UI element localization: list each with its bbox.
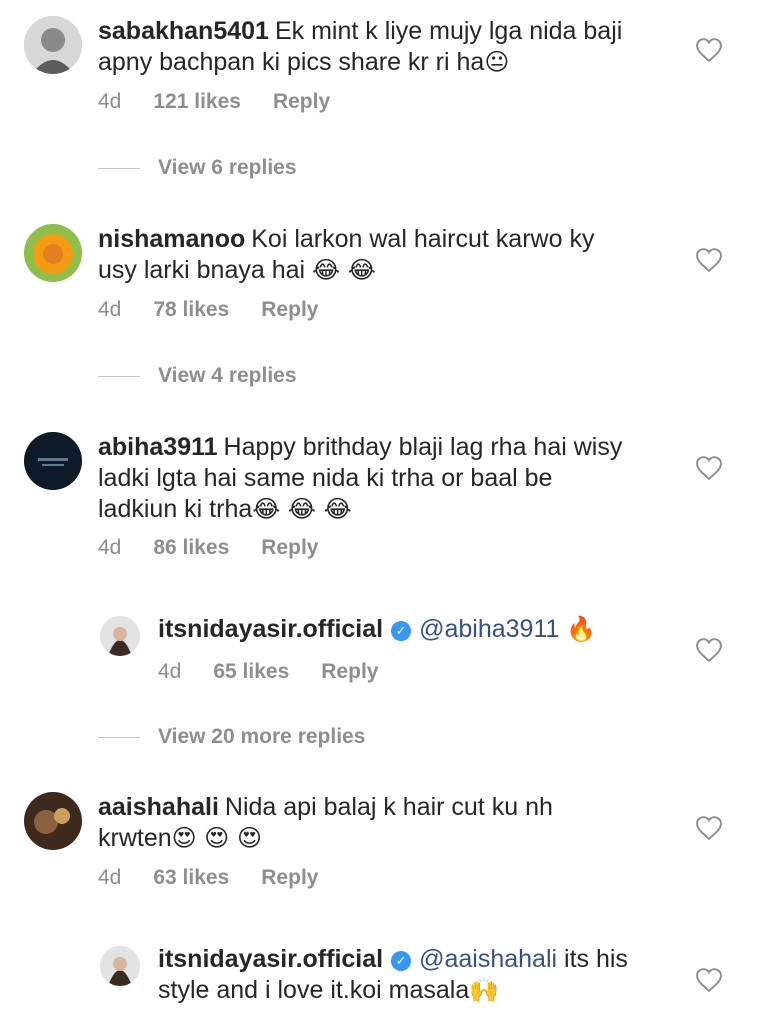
likes-count[interactable]: 63 likes — [153, 866, 229, 890]
comment-body: Ek mint k liye mujy lga nida baji — [274, 17, 623, 45]
divider — [98, 375, 140, 377]
comment-text: itsnidayasir.official ✓ @abiha3911 🔥 — [158, 614, 678, 645]
comment-body: Nida api balaj k hair cut ku nh — [224, 793, 553, 821]
heart-icon[interactable] — [696, 38, 722, 62]
mention-link[interactable]: @aaishahali — [419, 945, 557, 973]
heart-icon[interactable] — [696, 638, 722, 662]
comment-body: apny bachpan ki pics share kr ri ha — [98, 48, 485, 76]
heart-icon[interactable] — [696, 816, 722, 840]
comment-username[interactable]: nishamanoo — [98, 225, 245, 253]
emoji: 🙌 — [469, 976, 500, 1004]
comment-time: 4d — [98, 866, 122, 889]
view-replies-label: View 20 more replies — [158, 725, 366, 748]
comment-time: 4d — [98, 90, 122, 113]
comment-body: usy larki bnaya hai — [98, 256, 306, 284]
avatar[interactable] — [24, 792, 82, 850]
comment-time: 4d — [158, 660, 182, 683]
heart-icon[interactable] — [696, 456, 722, 480]
comment-item: nishamanoo Koi larkon wal haircut karwo k… — [0, 210, 762, 350]
reply-button[interactable]: Reply — [261, 866, 318, 890]
reply-item: itsnidayasir.official ✓ @abiha3911 🔥 4d 65… — [0, 602, 762, 702]
emoji: 😐 — [484, 48, 510, 76]
comment-username[interactable]: sabakhan5401 — [98, 17, 269, 45]
comment-body: style and i love it.koi masala — [158, 976, 470, 1004]
comment-meta: 4d 86 likes Reply — [98, 536, 318, 560]
verified-badge-icon: ✓ — [391, 621, 412, 641]
comment-body: ladki lgta hai same nida ki trha or baal… — [98, 464, 553, 492]
avatar[interactable] — [24, 16, 82, 74]
comment-username[interactable]: itsnidayasir.official — [158, 615, 383, 643]
comment-text: nishamanoo Koi larkon wal haircut karwo k… — [98, 224, 678, 286]
comment-text: aaishahali Nida api balaj k hair cut ku n… — [98, 792, 678, 854]
reply-button[interactable]: Reply — [273, 90, 330, 114]
emoji: 😂 😂 — [312, 256, 376, 284]
view-replies-button[interactable]: View 20 more replies — [98, 725, 365, 749]
comment-meta: 4d 78 likes Reply — [98, 298, 318, 322]
view-replies-label: View 4 replies — [158, 364, 297, 387]
comment-meta: 4d 63 likes Reply — [98, 866, 318, 890]
avatar[interactable] — [24, 224, 82, 282]
verified-badge-icon: ✓ — [391, 951, 412, 971]
heart-icon[interactable] — [696, 248, 722, 272]
comment-text: sabakhan5401 Ek mint k liye mujy lga nida… — [98, 16, 678, 78]
reply-button[interactable]: Reply — [261, 298, 318, 322]
comment-username[interactable]: abiha3911 — [98, 433, 218, 461]
comment-time: 4d — [98, 536, 122, 559]
comment-body: Happy brithday blaji lag rha hai wisy — [223, 433, 623, 461]
view-replies-button[interactable]: View 4 replies — [98, 364, 297, 388]
reply-button[interactable]: Reply — [321, 660, 378, 684]
reply-item: itsnidayasir.official ✓ @aaishahali its hi… — [0, 932, 762, 1024]
emoji: 😂 😂 😂 — [252, 495, 352, 523]
comment-item: abiha3911 Happy brithday blaji lag rha ha… — [0, 418, 762, 578]
emoji: 😍 😍 😍 — [171, 824, 262, 852]
comment-username[interactable]: itsnidayasir.official — [158, 945, 383, 973]
mention-link[interactable]: @abiha3911 — [419, 615, 559, 643]
heart-icon[interactable] — [696, 968, 722, 992]
comment-item: sabakhan5401 Ek mint k liye mujy lga nida… — [0, 0, 762, 140]
likes-count[interactable]: 78 likes — [153, 298, 229, 322]
comment-username[interactable]: aaishahali — [98, 793, 219, 821]
comment-body: ladkiun ki trha — [98, 495, 253, 523]
comment-text: abiha3911 Happy brithday blaji lag rha ha… — [98, 432, 698, 525]
emoji: 🔥 — [566, 615, 597, 643]
avatar[interactable] — [24, 432, 82, 490]
divider — [98, 167, 140, 169]
comment-text: itsnidayasir.official ✓ @aaishahali its hi… — [158, 944, 678, 1006]
comment-body: its his — [564, 945, 628, 973]
likes-count[interactable]: 65 likes — [213, 660, 289, 684]
comment-meta: 4d 65 likes Reply — [158, 660, 378, 684]
comment-body: Koi larkon wal haircut karwo ky — [251, 225, 595, 253]
view-replies-button[interactable]: View 6 replies — [98, 156, 297, 180]
comment-body: krwten — [98, 824, 172, 852]
likes-count[interactable]: 86 likes — [153, 536, 229, 560]
comment-item: aaishahali Nida api balaj k hair cut ku n… — [0, 778, 762, 908]
likes-count[interactable]: 121 likes — [153, 90, 241, 114]
avatar[interactable] — [100, 616, 140, 656]
view-replies-label: View 6 replies — [158, 156, 297, 179]
comment-meta: 4d 121 likes Reply — [98, 90, 330, 114]
avatar[interactable] — [100, 946, 140, 986]
comment-time: 4d — [98, 298, 122, 321]
reply-button[interactable]: Reply — [261, 536, 318, 560]
divider — [98, 736, 140, 738]
